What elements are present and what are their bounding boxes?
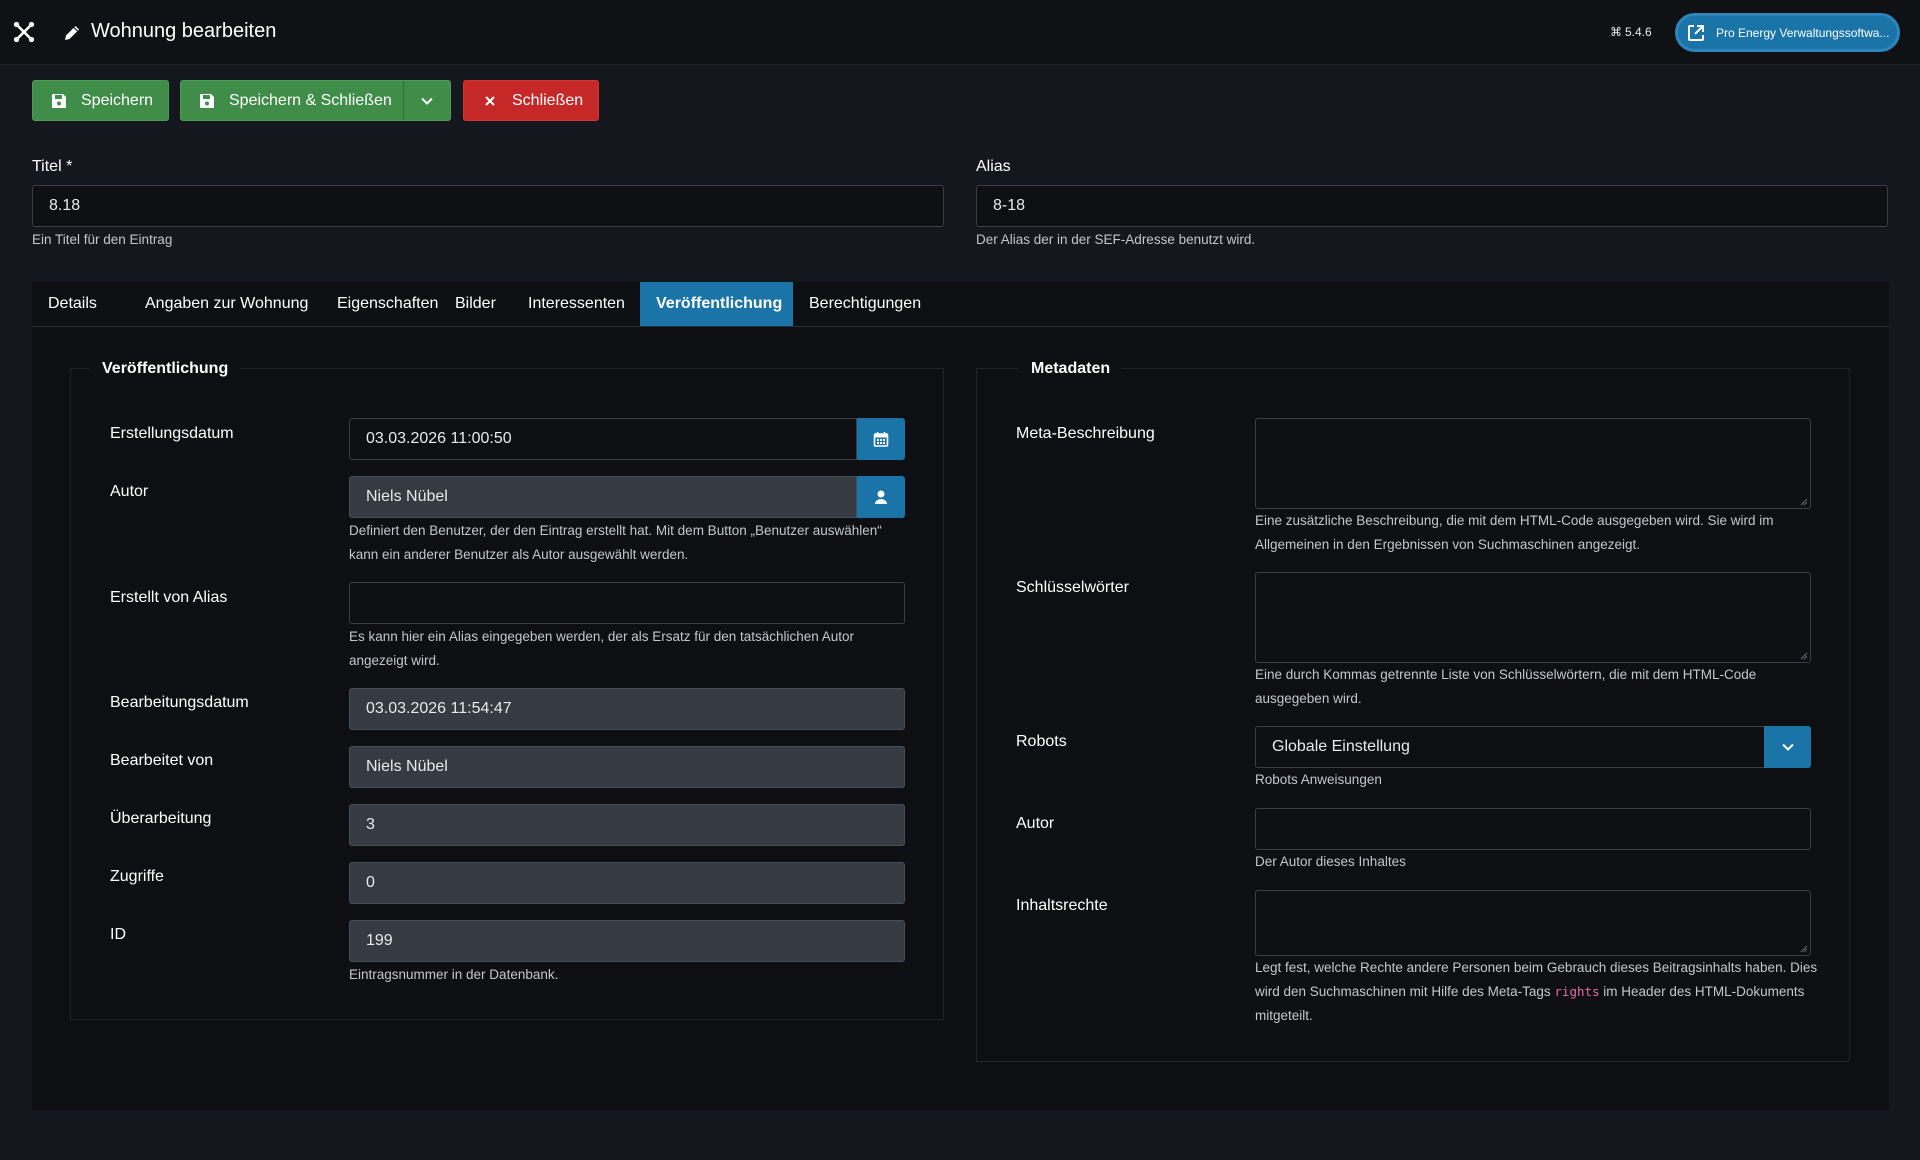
chevron-down-icon [421, 97, 433, 105]
toolbar: Speichern Speichern & Schließen Schließe… [0, 66, 1920, 134]
modified-by-input: Niels Nübel [349, 746, 905, 788]
joomla-logo-icon[interactable] [12, 20, 36, 44]
robots-hint: Robots Anweisungen [1255, 772, 1382, 787]
external-link-icon [1688, 24, 1704, 41]
tab-eigenschaften[interactable]: Eigenschaften [321, 282, 454, 326]
keywords-textarea[interactable] [1255, 572, 1811, 663]
revision-input: 3 [349, 804, 905, 846]
alias-label: Alias [976, 158, 1011, 175]
meta-author-input[interactable] [1255, 808, 1811, 850]
save-dropdown-toggle[interactable] [403, 81, 450, 120]
meta-description-hint: Eine zusätzliche Beschreibung, die mit d… [1255, 513, 1774, 552]
calendar-button[interactable] [857, 418, 905, 460]
modified-label: Bearbeitungsdatum [110, 694, 249, 711]
view-site-button[interactable]: Pro Energy Verwaltungssoftwa... [1675, 13, 1900, 52]
alias-hint: Der Alias der in der SEF-Adresse benutzt… [976, 232, 1256, 247]
user-icon [875, 490, 887, 504]
tab-bar: Details Angaben zur Wohnung Eigenschafte… [32, 282, 1889, 327]
save-button[interactable]: Speichern [32, 80, 169, 121]
tab-berechtigungen[interactable]: Berechtigungen [793, 282, 937, 326]
chevron-down-icon [1781, 743, 1794, 751]
meta-description-label: Meta-Beschreibung [1016, 425, 1155, 442]
close-button[interactable]: Schließen [463, 80, 599, 121]
id-label: ID [110, 926, 126, 943]
meta-author-label: Autor [1016, 815, 1055, 832]
author-label: Autor [110, 483, 149, 500]
modified-by-label: Bearbeitet von [110, 752, 214, 769]
meta-description-textarea[interactable] [1255, 418, 1811, 509]
save-close-label: Speichern & Schließen [229, 91, 392, 109]
created-by-alias-hint: Es kann hier ein Alias eingegeben werden… [349, 629, 855, 668]
publishing-legend: Veröffentlichung [90, 360, 241, 378]
created-label: Erstellungsdatum [110, 425, 234, 442]
id-input: 199 [349, 920, 905, 962]
calendar-icon [873, 432, 889, 447]
alias-input[interactable]: 8-18 [976, 185, 1888, 227]
robots-label: Robots [1016, 733, 1067, 750]
resize-grip-icon[interactable] [1800, 652, 1808, 660]
tab-veroeffentlichung[interactable]: Veröffentlichung [640, 282, 793, 326]
title-hint: Ein Titel für den Eintrag [32, 232, 173, 247]
id-hint: Eintragsnummer in der Datenbank. [349, 967, 559, 982]
robots-select[interactable]: Globale Einstellung [1255, 726, 1765, 768]
tab-interessenten[interactable]: Interessenten [512, 282, 641, 326]
title-input[interactable]: 8.18 [32, 185, 944, 227]
resize-grip-icon[interactable] [1800, 498, 1808, 506]
created-by-alias-input[interactable] [349, 582, 905, 624]
keywords-hint: Eine durch Kommas getrennte Liste von Sc… [1255, 667, 1757, 706]
rights-label: Inhaltsrechte [1016, 897, 1108, 914]
rights-textarea[interactable] [1255, 890, 1811, 956]
title-label: Titel * [32, 158, 73, 175]
tab-panel: Veröffentlichung Erstellungsdatum 03.03.… [32, 327, 1889, 1110]
select-user-button[interactable] [857, 476, 905, 518]
floppy-icon [200, 93, 214, 108]
version-text: 5.4.6 [1625, 25, 1652, 39]
revision-label: Überarbeitung [110, 810, 212, 827]
modified-date-input: 03.03.2026 11:54:47 [349, 688, 905, 730]
author-input: Niels Nübel [349, 476, 857, 518]
floppy-icon [52, 93, 66, 108]
created-by-alias-label: Erstellt von Alias [110, 589, 228, 606]
site-name: Pro Energy Verwaltungssoftwa... [1716, 25, 1890, 40]
x-icon [485, 95, 495, 106]
rights-hint-code: rights [1554, 984, 1600, 999]
tab-details[interactable]: Details [32, 282, 113, 326]
save-label: Speichern [81, 91, 154, 109]
version-indicator: ⌘ 5.4.6 [1610, 25, 1652, 39]
author-hint: Definiert den Benutzer, der den Eintrag … [349, 523, 882, 562]
created-date-input[interactable]: 03.03.2026 11:00:50 [349, 418, 857, 460]
keywords-label: Schlüsselwörter [1016, 579, 1129, 596]
save-close-button[interactable]: Speichern & Schließen [180, 80, 451, 121]
page-title: Wohnung bearbeiten [91, 20, 277, 42]
robots-dropdown-toggle[interactable] [1764, 726, 1811, 768]
hits-input: 0 [349, 862, 905, 904]
header-bar: Wohnung bearbeiten ⌘ 5.4.6 Pro Energy Ve… [0, 0, 1920, 65]
metadata-legend: Metadaten [1019, 360, 1123, 378]
close-label: Schließen [512, 91, 584, 109]
meta-author-hint: Der Autor dieses Inhaltes [1255, 854, 1406, 869]
rights-hint: Legt fest, welche Rechte andere Personen… [1255, 956, 1820, 1028]
hits-label: Zugriffe [110, 868, 164, 885]
tab-angaben-zur-wohnung[interactable]: Angaben zur Wohnung [129, 282, 324, 326]
pencil-icon [65, 26, 79, 40]
joomla-small-icon: ⌘ [1610, 25, 1622, 39]
resize-grip-icon[interactable] [1800, 945, 1808, 953]
tab-bilder[interactable]: Bilder [439, 282, 512, 326]
